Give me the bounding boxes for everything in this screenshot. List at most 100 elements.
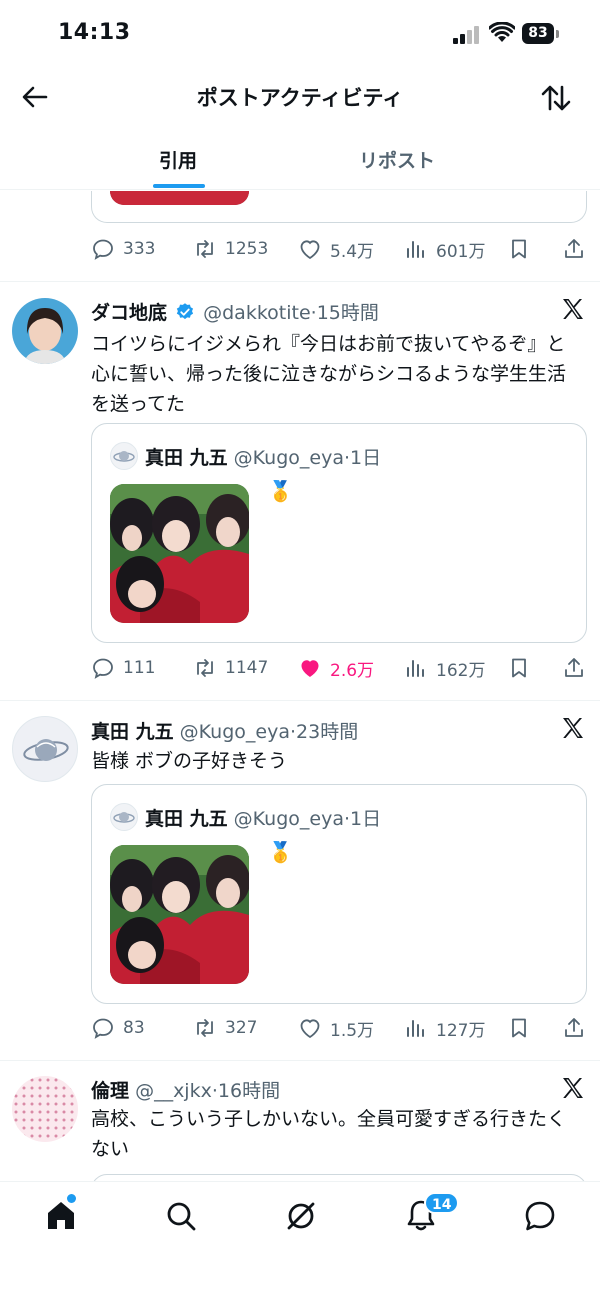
post-text: 高校、こういう子しかいない。全員可愛すぎる行きたくない [91, 1108, 567, 1160]
reply-icon [93, 239, 113, 260]
bookmark-button[interactable] [507, 229, 531, 269]
like-button[interactable]: 2.6万 [298, 648, 374, 688]
post-actions: 111 1147 2.6万 162万 [0, 648, 600, 688]
search-icon[interactable] [163, 1198, 199, 1234]
share-button[interactable] [562, 229, 586, 269]
share-icon [565, 658, 583, 677]
repost-icon [197, 659, 213, 677]
reply-count: 83 [123, 1018, 145, 1038]
quoted-post-time: 1日 [350, 808, 382, 830]
author-name[interactable]: 真田 九五 [91, 721, 174, 743]
user-avatar[interactable] [12, 298, 78, 364]
notification-badge: 14 [424, 1192, 460, 1214]
quoted-author-handle: @Kugo_eya [233, 447, 344, 469]
views-button[interactable]: 601万 [404, 229, 485, 269]
post[interactable]: 倫理 @__xjkx·16時間 高校、こういう子しかいない。全員可愛すぎる行きた… [0, 1061, 600, 1181]
views-chart-icon [407, 1020, 424, 1037]
quoted-post-time: 1日 [350, 447, 382, 469]
post[interactable]: 真田 九五 @Kugo_eya·23時間 皆様 ボブの子好きそう 真田 九五 @… [0, 701, 600, 1061]
share-icon [565, 1018, 583, 1037]
heart-icon [300, 240, 320, 260]
quoted-author-name: 真田 九五 [145, 808, 228, 830]
quoted-post[interactable]: 真田 九五 @Kugo_eya·1日 🥇 [91, 784, 587, 1004]
share-button[interactable] [562, 648, 586, 688]
author-handle: @__xjkx [135, 1080, 212, 1102]
repost-icon [197, 240, 213, 258]
post-author-line: 倫理 @__xjkx·16時間 [91, 1076, 280, 1103]
view-count: 162万 [436, 660, 486, 681]
verified-badge-icon [176, 303, 194, 320]
repost-button[interactable]: 1147 [193, 648, 268, 688]
quoted-post[interactable] [91, 191, 587, 223]
x-logo-icon[interactable] [561, 1076, 585, 1100]
post-text: 皆様 ボブの子好きそう [91, 750, 288, 772]
bookmark-button[interactable] [507, 648, 531, 688]
quoted-author-handle: @Kugo_eya [233, 808, 344, 830]
share-button[interactable] [562, 1008, 586, 1048]
sort-icon[interactable] [540, 82, 572, 114]
like-count: 5.4万 [330, 241, 375, 262]
medal-emoji: 🥇 [268, 479, 293, 503]
post-time: 23時間 [296, 721, 359, 743]
status-bar: 14:13 83 [0, 0, 600, 66]
like-count: 2.6万 [330, 660, 375, 681]
medal-emoji: 🥇 [268, 840, 293, 864]
author-handle: @dakkotite [203, 302, 311, 324]
author-handle: @Kugo_eya [179, 721, 290, 743]
like-button[interactable]: 1.5万 [298, 1008, 374, 1048]
quoted-post[interactable]: 真田 九五 @Kugo_eya·1日 🥇 [91, 423, 587, 643]
home-icon[interactable] [43, 1198, 79, 1234]
quoted-author-line: 真田 九五 @Kugo_eya·1日 [145, 443, 381, 470]
post-actions: 333 1253 5.4万 601万 [0, 229, 600, 269]
heart-filled-icon [301, 660, 319, 677]
status-time: 14:13 [58, 20, 131, 45]
post-time: 15時間 [316, 302, 379, 324]
user-avatar[interactable] [12, 716, 78, 782]
x-logo-icon[interactable] [561, 297, 585, 321]
author-name[interactable]: ダコ地底 [91, 302, 167, 324]
top-bar: ポストアクティビティ [0, 66, 600, 128]
like-button[interactable]: 5.4万 [298, 229, 374, 269]
view-count: 127万 [436, 1020, 486, 1041]
battery-indicator: 83 [522, 23, 554, 44]
author-name[interactable]: 倫理 [91, 1080, 129, 1102]
views-button[interactable]: 127万 [404, 1008, 485, 1048]
heart-icon [300, 1019, 320, 1039]
quoted-author-line: 真田 九五 @Kugo_eya·1日 [145, 804, 381, 831]
repost-count: 327 [225, 1018, 258, 1038]
bookmark-icon [512, 239, 526, 259]
repost-button[interactable]: 1253 [193, 229, 268, 269]
reply-button[interactable]: 83 [91, 1008, 145, 1048]
wifi-icon [489, 22, 515, 42]
grok-icon[interactable] [283, 1198, 319, 1234]
reply-button[interactable]: 333 [91, 229, 155, 269]
user-avatar[interactable] [12, 1076, 78, 1142]
quoted-media[interactable] [110, 845, 249, 984]
post-actions: 83 327 1.5万 127万 [0, 1008, 600, 1048]
tab-quotes[interactable]: 引用 [159, 146, 197, 173]
quoted-avatar [110, 442, 138, 470]
reply-icon [93, 1018, 113, 1039]
quoted-media[interactable] [110, 484, 249, 623]
bookmark-button[interactable] [507, 1008, 531, 1048]
quoted-avatar [110, 803, 138, 831]
page-title: ポストアクティビティ [196, 86, 404, 110]
tab-bar: 引用 リポスト [0, 128, 600, 190]
view-count: 601万 [436, 241, 486, 262]
tab-indicator [153, 184, 205, 188]
reply-button[interactable]: 111 [91, 648, 155, 688]
views-button[interactable]: 162万 [404, 648, 485, 688]
x-logo-icon[interactable] [561, 716, 585, 740]
reply-count: 111 [123, 658, 156, 678]
bookmark-icon [512, 658, 526, 678]
repost-button[interactable]: 327 [193, 1008, 257, 1048]
bookmark-icon [512, 1018, 526, 1038]
post-time: 16時間 [217, 1080, 281, 1102]
messages-icon[interactable] [522, 1198, 558, 1234]
tab-reposts[interactable]: リポスト [359, 146, 435, 173]
quoted-post[interactable] [91, 1174, 587, 1181]
post-partial[interactable]: 333 1253 5.4万 601万 [0, 191, 600, 282]
reply-icon [93, 658, 113, 679]
repost-count: 1147 [225, 658, 269, 678]
post[interactable]: ダコ地底 @dakkotite·15時間 コイツらにイジメられ『今日はお前で抜い… [0, 282, 600, 701]
